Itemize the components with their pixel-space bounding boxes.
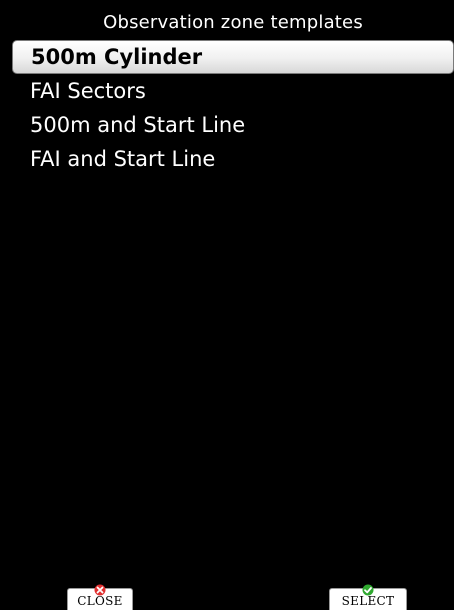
list-item-500m-and-start-line[interactable]: 500m and Start Line xyxy=(12,108,454,142)
select-button-label: SELECT xyxy=(341,594,395,608)
close-button[interactable]: CLOSE xyxy=(67,584,133,610)
select-button[interactable]: SELECT xyxy=(329,584,407,610)
list-item-label: FAI Sectors xyxy=(30,79,146,103)
close-x-icon xyxy=(94,584,106,596)
template-list: 500m Cylinder FAI Sectors 500m and Start… xyxy=(12,40,454,590)
list-item-label: 500m Cylinder xyxy=(31,45,203,69)
checkmark-icon xyxy=(362,584,374,596)
list-item-fai-sectors[interactable]: FAI Sectors xyxy=(12,74,454,108)
bottom-button-bar: CLOSE SELECT xyxy=(0,584,454,610)
screen: Observation zone templates 500m Cylinder… xyxy=(0,0,454,610)
list-item-label: 500m and Start Line xyxy=(30,113,246,137)
close-button-label: CLOSE xyxy=(77,594,123,608)
list-item-500m-cylinder[interactable]: 500m Cylinder xyxy=(12,40,454,74)
list-item-fai-and-start-line[interactable]: FAI and Start Line xyxy=(12,142,454,176)
window-title: Observation zone templates xyxy=(12,10,454,36)
list-item-label: FAI and Start Line xyxy=(30,147,216,171)
